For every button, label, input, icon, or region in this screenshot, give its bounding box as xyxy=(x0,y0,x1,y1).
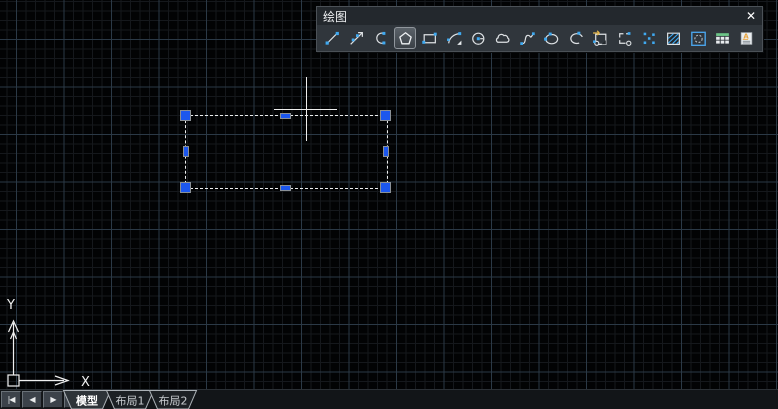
grip-left-mid[interactable] xyxy=(183,146,189,157)
construction-line-button[interactable] xyxy=(344,26,368,51)
close-icon[interactable]: ✕ xyxy=(746,8,756,24)
table-icon xyxy=(714,30,731,47)
region-icon xyxy=(690,30,707,47)
draw-toolbar-titlebar[interactable]: 绘图 ✕ xyxy=(317,7,762,25)
ellipse-icon xyxy=(543,30,560,47)
svg-text:布局1: 布局1 xyxy=(116,395,145,408)
svg-text:布局2: 布局2 xyxy=(159,395,188,408)
polyline-icon xyxy=(372,30,389,47)
rectangle-icon xyxy=(421,30,438,47)
ellipse-button[interactable] xyxy=(540,26,564,51)
draw-toolbar: 绘图 ✕ xyxy=(316,6,763,52)
draw-toolbar-buttons: A xyxy=(317,25,762,51)
insert-block-icon xyxy=(592,30,609,47)
point-icon xyxy=(641,30,658,47)
ellipse-arc-button[interactable] xyxy=(564,26,588,51)
draw-toolbar-title: 绘图 xyxy=(323,8,347,25)
table-button[interactable] xyxy=(710,26,734,51)
point-button[interactable] xyxy=(637,26,661,51)
ucs-y-label: Y xyxy=(6,298,15,313)
first-tab-button[interactable]: |◀ xyxy=(1,391,21,408)
revcloud-icon xyxy=(494,30,511,47)
construction-line-icon xyxy=(348,30,365,47)
revcloud-button[interactable] xyxy=(491,26,515,51)
make-block-icon xyxy=(616,30,633,47)
grip-bottom-left[interactable] xyxy=(180,182,191,193)
svg-text:模型: 模型 xyxy=(76,394,98,408)
arc-button[interactable] xyxy=(442,26,466,51)
ellipse-arc-icon xyxy=(568,30,585,47)
rectangle-button[interactable] xyxy=(418,26,442,51)
layout-tabbar: |◀ ◀ ▶ ▶| 模型 布局1 布局2 xyxy=(0,389,778,409)
model-space-canvas[interactable]: Y X xyxy=(0,0,778,389)
spline-icon xyxy=(519,30,536,47)
polygon-button[interactable] xyxy=(394,27,416,49)
mtext-icon: A xyxy=(738,30,755,47)
ucs-icon: Y X xyxy=(0,295,100,395)
polyline-button[interactable] xyxy=(369,26,393,51)
line-button[interactable] xyxy=(320,26,344,51)
mtext-button[interactable]: A xyxy=(735,26,759,51)
layout-tabs: 模型 布局1 布局2 xyxy=(60,390,220,409)
tab-layout2[interactable]: 布局2 xyxy=(150,391,197,409)
grip-right-mid[interactable] xyxy=(383,146,389,157)
ucs-x-label: X xyxy=(81,375,90,390)
tab-model[interactable]: 模型 xyxy=(64,391,111,409)
prev-tab-button[interactable]: ◀ xyxy=(22,391,42,408)
hatch-icon xyxy=(665,30,682,47)
grip-bottom-right[interactable] xyxy=(380,182,391,193)
arc-icon xyxy=(446,30,463,47)
cad-window: Y X 绘图 ✕ xyxy=(0,0,778,409)
grip-bottom-mid[interactable] xyxy=(280,185,291,191)
grip-top-left[interactable] xyxy=(180,110,191,121)
circle-button[interactable] xyxy=(466,26,490,51)
make-block-button[interactable] xyxy=(613,26,637,51)
polygon-icon xyxy=(397,30,414,47)
hatch-button[interactable] xyxy=(661,26,685,51)
spline-button[interactable] xyxy=(515,26,539,51)
region-button[interactable] xyxy=(686,26,710,51)
grip-top-mid[interactable] xyxy=(280,113,291,119)
grip-top-right[interactable] xyxy=(380,110,391,121)
circle-icon xyxy=(470,30,487,47)
line-icon xyxy=(324,30,341,47)
selected-rectangle[interactable] xyxy=(185,115,388,189)
crosshair-cursor-vertical xyxy=(306,77,307,141)
insert-block-button[interactable] xyxy=(588,26,612,51)
tab-layout1[interactable]: 布局1 xyxy=(107,391,154,409)
